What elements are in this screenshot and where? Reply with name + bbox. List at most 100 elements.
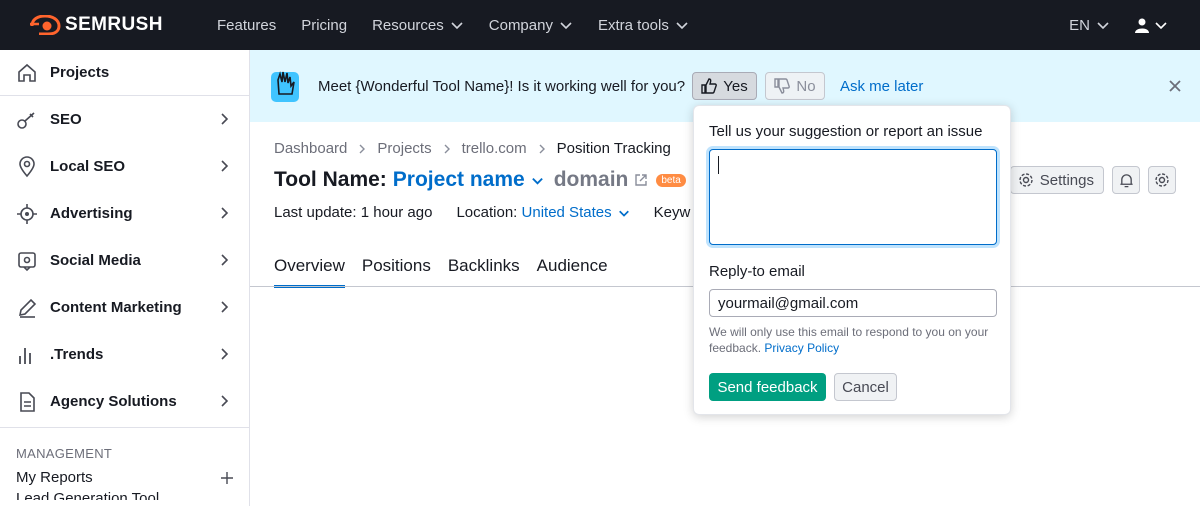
last-update: Last update: 1 hour ago [274,204,433,221]
chevron-right-icon [444,144,450,153]
sidebar-item-content-marketing[interactable]: Content Marketing [0,284,249,331]
breadcrumb-dashboard[interactable]: Dashboard [274,140,347,157]
thumbs-down-icon [774,78,791,94]
sidebar-item-label: Projects [50,64,110,81]
sidebar-item-trends[interactable]: .Trends [0,331,249,378]
chevron-right-icon [221,207,229,219]
banner-message: Meet {Wonderful Tool Name}! Is it workin… [318,78,686,95]
sidebar-link-my-reports[interactable]: My Reports [0,461,249,486]
chevron-right-icon [221,301,229,313]
sidebar-item-label: Advertising [50,205,133,222]
nav-extra-tools[interactable]: Extra tools [598,17,689,34]
tab-backlinks[interactable]: Backlinks [448,256,520,287]
email-label: Reply-to email [709,263,805,280]
sidebar-item-projects[interactable]: Projects [0,50,249,96]
tab-overview[interactable]: Overview [274,256,345,288]
chevron-down-icon [1097,22,1109,30]
page-title: Tool Name: Project name domain beta [274,168,686,192]
sidebar-item-advertising[interactable]: Advertising [0,190,249,237]
no-label: No [796,77,816,95]
target-icon [17,203,37,224]
cancel-button[interactable]: Cancel [834,373,897,401]
close-icon[interactable] [1168,79,1182,93]
sidebar-item-label: Content Marketing [50,299,182,316]
report-tabs: Overview Positions Backlinks Audience [274,256,608,288]
chevron-right-icon [221,348,229,360]
user-icon [1135,18,1149,33]
language-selector[interactable]: EN [1069,17,1110,34]
privacy-policy-link[interactable]: Privacy Policy [764,341,839,355]
sidebar-item-local-seo[interactable]: Local SEO [0,143,249,190]
beta-badge: beta [656,173,686,187]
user-menu[interactable] [1134,17,1168,33]
nav-resources-label: Resources [372,16,444,34]
nav-extra-tools-label: Extra tools [597,16,669,34]
project-selector[interactable]: Project name [393,168,544,192]
chevron-right-icon [221,160,229,172]
nav-resources[interactable]: Resources [372,17,464,34]
tab-audience[interactable]: Audience [537,256,608,287]
no-button[interactable]: No [765,72,825,100]
breadcrumb: Dashboard Projects trello.com Position T… [274,140,671,157]
chevron-down-icon [676,22,688,30]
chevron-right-icon [221,254,229,266]
top-right-controls: EN [1069,0,1168,50]
location-group: Location: United States [456,204,629,221]
nav-features[interactable]: Features [217,17,276,34]
sidebar-link-lead-generation[interactable]: Lead Generation Tool [0,486,249,501]
yes-label: Yes [723,77,748,95]
breadcrumb-domain[interactable]: trello.com [462,140,527,157]
semrush-logo-icon [30,15,61,35]
breadcrumb-current: Position Tracking [556,140,671,157]
chevron-down-icon [451,22,463,30]
top-navigation-bar: SEMRUSH Features Pricing Resources Compa… [0,0,1200,50]
breadcrumb-projects[interactable]: Projects [377,140,431,157]
privacy-note-text: We will only use this email to respond t… [709,325,989,355]
plus-icon[interactable] [221,471,233,484]
send-feedback-button[interactable]: Send feedback [709,373,826,401]
gear-icon [1155,173,1169,187]
project-settings-button[interactable] [1148,166,1176,194]
location-value: United States [521,204,612,221]
nav-company[interactable]: Company [489,17,573,34]
location-label: Location: [456,204,518,221]
nav-pricing[interactable]: Pricing [301,17,347,34]
notifications-button[interactable] [1112,166,1140,194]
chevron-right-icon [539,144,545,153]
chevron-down-icon [531,177,543,185]
chevron-right-icon [359,144,366,153]
nav-features-label: Features [217,16,277,34]
social-media-icon [18,251,36,271]
email-privacy-note: We will only use this email to respond t… [709,324,997,356]
sidebar-item-label: Agency Solutions [50,393,177,410]
chevron-down-icon [1155,22,1167,30]
suggestion-textarea[interactable] [709,149,997,245]
semrush-logo[interactable]: SEMRUSH [30,13,163,37]
external-link-icon[interactable] [634,173,648,187]
home-icon [18,63,36,82]
sidebar-item-label: SEO [50,111,82,128]
my-reports-label: My Reports [16,469,93,486]
sidebar-item-label: Social Media [50,252,141,269]
feedback-popover: Tell us your suggestion or report an iss… [693,105,1011,415]
sidebar-item-social-media[interactable]: Social Media [0,237,249,284]
ask-me-later-link[interactable]: Ask me later [840,78,923,95]
reply-email-input[interactable] [709,289,997,317]
settings-button[interactable]: Settings [1010,166,1104,194]
chevron-right-icon [221,395,229,407]
yes-button[interactable]: Yes [692,72,757,100]
lead-generation-label: Lead Generation Tool [16,489,160,501]
sidebar-item-agency-solutions[interactable]: Agency Solutions [0,378,249,425]
project-name: Project name [392,168,525,191]
language-label: EN [1069,16,1090,34]
settings-label: Settings [1039,171,1094,189]
sidebar-item-label: Local SEO [50,158,126,175]
location-pin-icon [19,155,35,177]
chevron-right-icon [221,113,229,125]
domain-link[interactable]: domain [554,168,629,192]
tab-positions[interactable]: Positions [362,256,431,287]
sidebar-item-seo[interactable]: SEO [0,96,249,143]
location-selector[interactable]: United States [522,204,630,221]
chevron-down-icon [618,210,629,217]
bar-chart-icon [19,347,31,364]
